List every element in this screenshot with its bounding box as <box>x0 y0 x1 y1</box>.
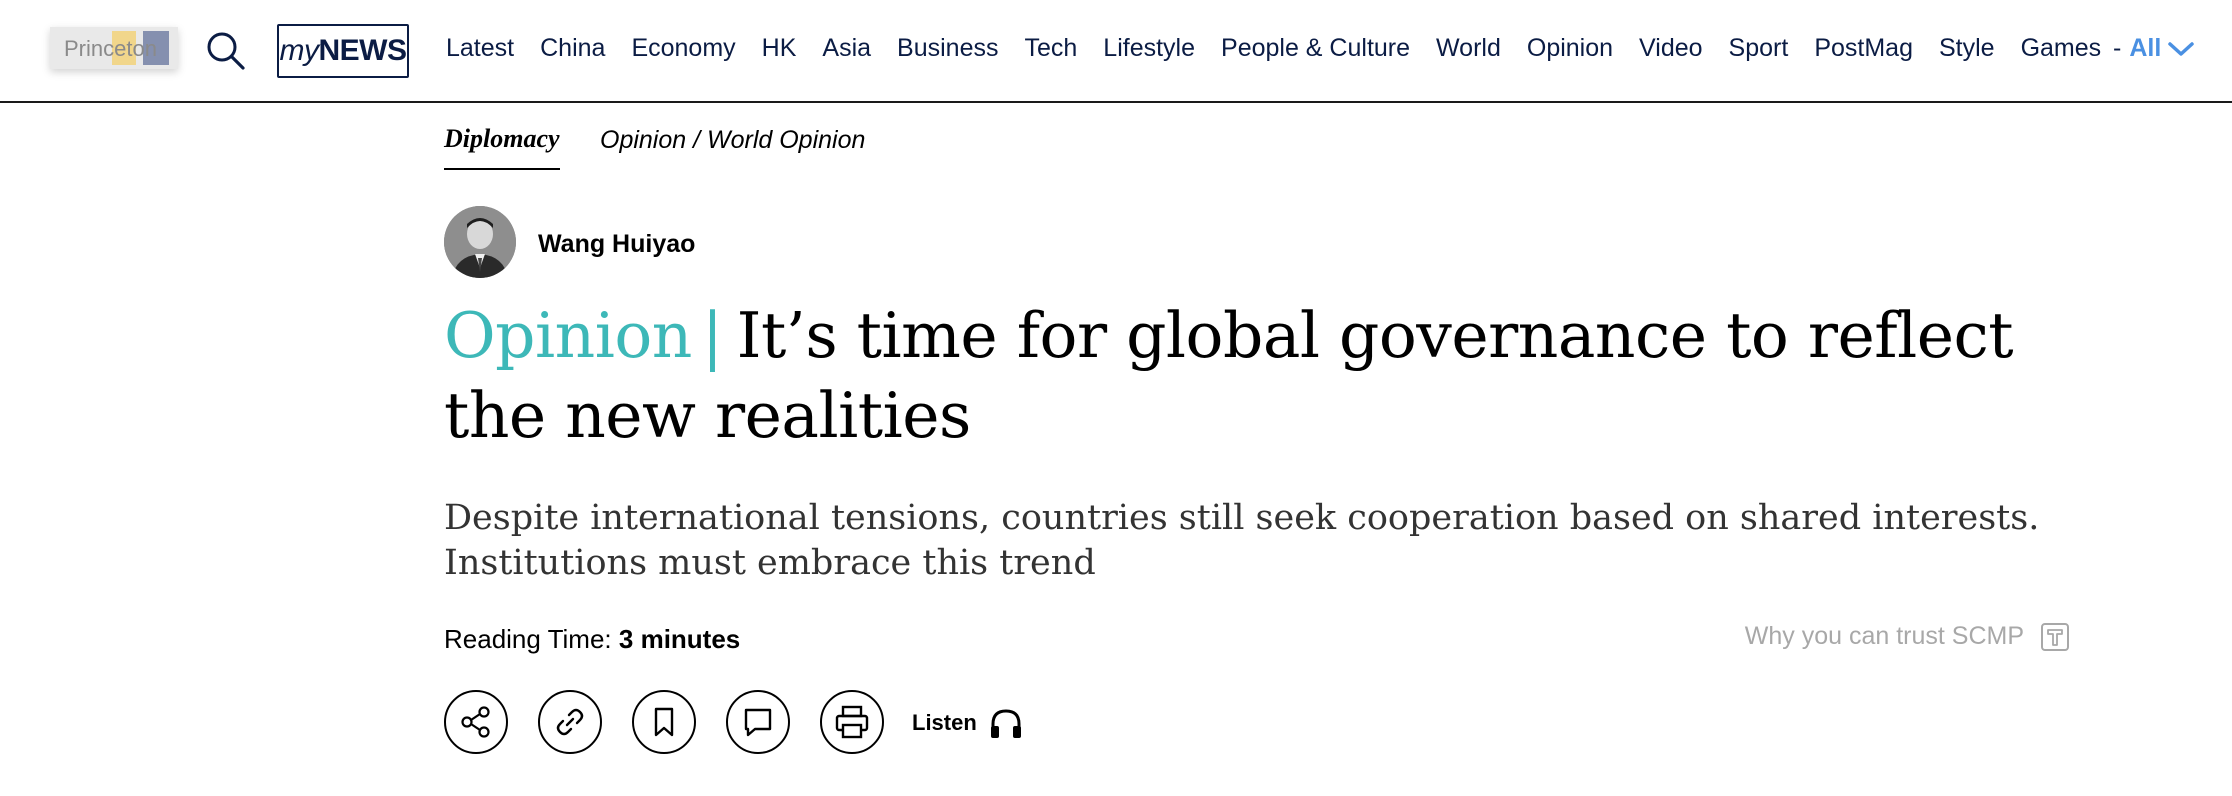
share-button[interactable] <box>444 690 508 754</box>
breadcrumb-section-diplomacy[interactable]: Diplomacy <box>444 124 560 170</box>
nav-all-dropdown[interactable]: - All <box>2113 34 2195 63</box>
main-nav-links: Latest China Economy HK Asia Business Te… <box>446 34 2127 63</box>
copy-link-button[interactable] <box>538 690 602 754</box>
comment-icon <box>744 708 772 737</box>
nav-link-asia[interactable]: Asia <box>822 34 871 63</box>
article-headline: Opinion | It’s time for global governance … <box>444 296 2084 456</box>
top-navigation-bar: Princeton myNEWS Latest China Economy HK… <box>0 0 2232 103</box>
breadcrumb-section-opinion[interactable]: Opinion / World Opinion <box>600 126 865 155</box>
nav-link-business[interactable]: Business <box>897 34 998 63</box>
search-button[interactable] <box>205 30 249 74</box>
nav-link-people-culture[interactable]: People & Culture <box>1221 34 1410 63</box>
reading-time-label: Reading Time: <box>444 624 612 654</box>
nav-link-latest[interactable]: Latest <box>446 34 514 63</box>
nav-link-economy[interactable]: Economy <box>631 34 735 63</box>
print-icon <box>835 705 869 739</box>
princeton-extension-badge[interactable]: Princeton <box>50 27 178 69</box>
trust-scmp-link[interactable]: Why you can trust SCMP <box>1745 622 2070 652</box>
nav-link-world[interactable]: World <box>1436 34 1501 63</box>
mynews-logo-button[interactable]: myNEWS <box>277 24 409 78</box>
search-icon <box>207 32 245 70</box>
headphones-icon <box>990 709 1021 738</box>
nav-link-video[interactable]: Video <box>1639 34 1703 63</box>
trust-scmp-label: Why you can trust SCMP <box>1744 622 2024 650</box>
bookmark-icon <box>654 707 674 737</box>
article-subheadline: Despite international tensions, countrie… <box>444 498 2040 583</box>
trust-badge-icon <box>2041 623 2069 652</box>
nav-link-opinion[interactable]: Opinion <box>1527 34 1613 63</box>
nav-all-label: All <box>2129 34 2162 62</box>
listen-button[interactable]: Listen <box>912 708 1023 740</box>
headline-opinion-kicker: Opinion <box>444 299 692 372</box>
nav-separator: - <box>2113 34 2122 62</box>
comments-button[interactable] <box>726 690 790 754</box>
reading-time-value: 3 minutes <box>618 624 741 654</box>
author-photo <box>444 206 516 278</box>
nav-link-tech[interactable]: Tech <box>1024 34 1077 63</box>
author-avatar[interactable] <box>444 206 516 278</box>
headline-kicker-separator: | <box>701 299 723 372</box>
bookmark-button[interactable] <box>632 690 696 754</box>
princeton-badge-label: Princeton <box>64 36 157 61</box>
nav-link-style[interactable]: Style <box>1939 34 1995 63</box>
nav-link-hk[interactable]: HK <box>762 34 797 63</box>
share-icon <box>461 706 490 738</box>
chevron-down-icon <box>2168 42 2195 57</box>
print-button[interactable] <box>820 690 884 754</box>
nav-link-sport[interactable]: Sport <box>1729 34 1789 63</box>
reading-time: Reading Time: 3 minutes <box>444 624 740 655</box>
nav-link-china[interactable]: China <box>540 34 605 63</box>
listen-label: Listen <box>912 709 977 735</box>
link-icon <box>556 708 584 736</box>
nav-link-games[interactable]: Games <box>2021 34 2102 63</box>
author-name-link[interactable]: Wang Huiyao <box>538 230 695 259</box>
nav-link-postmag[interactable]: PostMag <box>1814 34 1913 63</box>
mynews-logo-my: my <box>279 34 320 67</box>
mynews-logo-news: NEWS <box>318 34 408 67</box>
nav-link-lifestyle[interactable]: Lifestyle <box>1103 34 1195 63</box>
